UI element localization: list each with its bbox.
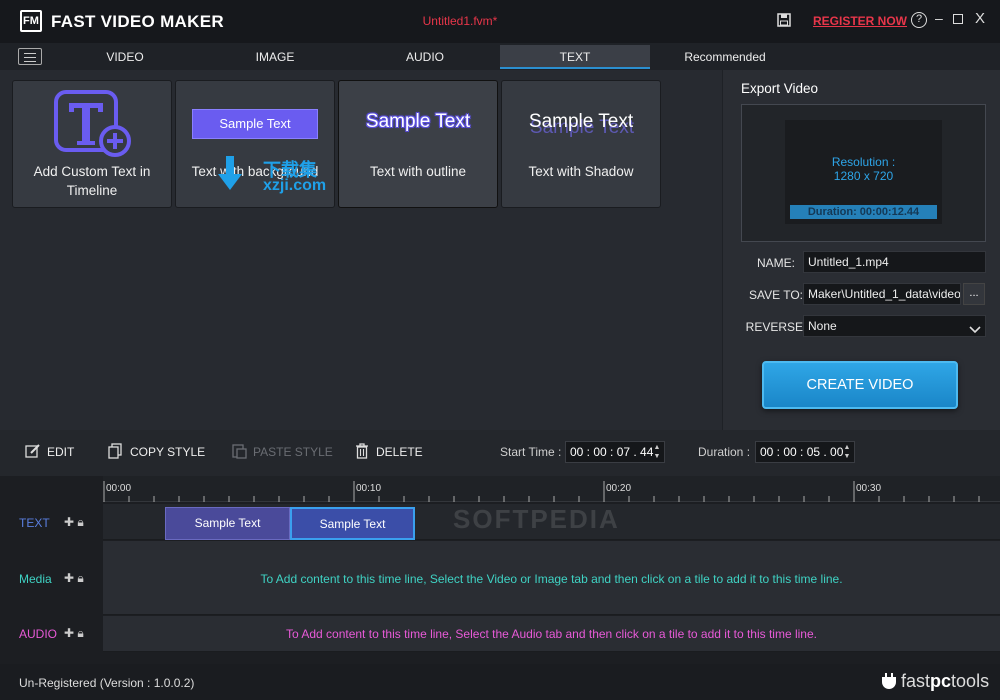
tick-label: 00:30 [856,483,882,494]
resolution-value: 1280 x 720 [833,169,894,183]
save-to-field[interactable]: Maker\Untitled_1_data\videos [803,283,961,305]
tick-label: 00:10 [356,483,382,494]
tile-text-outline[interactable]: Sample Text Text with outline [338,80,498,208]
timeline-clip-selected[interactable]: Sample Text [290,507,415,540]
version-text: Un-Registered (Version : 1.0.0.2) [19,676,195,690]
add-lock-icon[interactable]: ✚ 🔒︎ [64,626,84,641]
maximize-button[interactable] [953,14,963,24]
track-name: TEXT [19,516,50,530]
tab-video[interactable]: VIDEO [50,45,200,69]
reverse-label: REVERSE: [745,320,807,334]
tick-label: 00:00 [106,483,132,494]
track-hint: To Add content to this time line, Select… [260,572,843,586]
minimize-button[interactable]: – [935,10,943,26]
timeline: 00:00 00:10 00:20 00:30 TEXT ✚ 🔒︎ Sample… [0,476,1000,664]
watermark-site: xzji.com [263,177,327,194]
add-lock-icon[interactable]: ✚ 🔒︎ [64,515,84,530]
track-name: Media [19,572,52,586]
duration-label: Duration : [698,445,751,459]
track-header-media: Media ✚ 🔒︎ [0,541,103,615]
edit-toolbar: EDIT COPY STYLE PASTE STYLE DELETE Start… [0,430,1000,476]
help-icon[interactable]: ? [911,12,927,28]
reverse-select[interactable]: None [803,315,986,337]
brand-logo: fastpctools [882,671,989,692]
brand-fast: fast [901,671,931,691]
tab-bar: VIDEO IMAGE AUDIO TEXT Recommended [0,43,1000,70]
track-hint: To Add content to this time line, Select… [286,627,817,641]
save-to-label: SAVE TO: [748,288,804,302]
track-media[interactable]: To Add content to this time line, Select… [103,541,1000,615]
text-add-icon [54,90,131,157]
delete-button[interactable]: DELETE [356,443,423,459]
copy-style-button[interactable]: COPY STYLE [108,443,206,459]
plug-icon [882,673,896,689]
paste-icon [232,444,247,459]
copy-style-label: COPY STYLE [130,445,206,459]
preview-frame: Resolution : 1280 x 720 Duration: 00:00:… [741,104,986,242]
resolution-caption: Resolution : [831,155,896,169]
tile-label: Add Custom Text in [33,164,151,179]
sample-text-shadow: Sample Text [528,111,634,132]
edit-icon [25,444,40,458]
track-name: AUDIO [19,627,58,641]
trash-icon [356,443,368,459]
track-header-audio: AUDIO ✚ 🔒︎ [0,616,103,652]
download-arrow-icon [218,156,242,190]
tile-label: Text with Shadow [528,164,634,179]
edit-label: EDIT [47,445,75,459]
brand-pc: pc [930,671,952,691]
hamburger-menu-icon[interactable] [18,48,42,65]
create-video-button[interactable]: CREATE VIDEO [762,361,958,409]
duration-value: 00 : 00 : 05 . 00 [760,445,844,459]
name-field[interactable]: Untitled_1.mp4 [803,251,986,273]
tile-add-custom-text[interactable]: Add Custom Text in Timeline [12,80,172,208]
spinner-icon[interactable]: ▲ ▼ [842,443,852,461]
preview-screen: Resolution : 1280 x 720 Duration: 00:00:… [785,120,942,224]
tile-text-shadow[interactable]: Sample Text Text with Shadow [501,80,661,208]
paste-style-button[interactable]: PASTE STYLE [232,444,333,459]
sample-text-background: Sample Text [192,109,318,139]
tile-label: Timeline [66,183,118,198]
start-time-field[interactable]: 00 : 00 : 07 . 44 ▲ ▼ [565,441,665,463]
brand-tools: tools [951,671,990,691]
tab-audio[interactable]: AUDIO [350,45,500,69]
export-title: Export Video [741,81,819,96]
paste-style-label: PASTE STYLE [253,445,333,459]
timeline-clip[interactable]: Sample Text [165,507,290,540]
browse-button[interactable]: ... [963,283,985,305]
tick-label: 00:20 [606,483,632,494]
tab-image[interactable]: IMAGE [200,45,350,69]
spinner-icon[interactable]: ▲ ▼ [652,443,662,461]
timeline-ruler[interactable]: 00:00 00:10 00:20 00:30 [103,476,1000,502]
export-panel: Export Video Resolution : 1280 x 720 Dur… [723,70,1000,430]
start-time-label: Start Time : [500,445,562,459]
status-bar: Un-Registered (Version : 1.0.0.2) fastpc… [0,664,1000,700]
delete-label: DELETE [376,445,423,459]
edit-button[interactable]: EDIT [25,444,75,459]
watermark-softpedia: SOFTPEDIA [453,504,620,534]
tab-text[interactable]: TEXT [500,45,650,69]
start-time-value: 00 : 00 : 07 . 44 [570,445,654,459]
duration-bar: Duration: 00:00:12.44 [790,205,937,219]
name-label: NAME: [756,256,795,270]
resolution-label: Resolution : 1280 x 720 [785,155,942,183]
close-button[interactable]: X [975,10,985,27]
chevron-down-icon[interactable] [967,323,983,337]
track-header-text: TEXT ✚ 🔒︎ [0,504,103,540]
tab-recommended[interactable]: Recommended [650,45,800,69]
copy-icon [108,443,122,459]
track-text[interactable]: Sample Text Sample Text SOFTPEDIA [103,504,1000,540]
title-bar: FM FAST VIDEO MAKER Untitled1.fvm* REGIS… [0,0,1000,43]
track-audio[interactable]: To Add content to this time line, Select… [103,616,1000,652]
tile-label: Text with outline [369,164,467,179]
add-lock-icon[interactable]: ✚ 🔒︎ [64,571,84,586]
tiles-area: Add Custom Text in Timeline Sample Text … [0,70,722,430]
register-now-link[interactable]: REGISTER NOW [813,14,907,28]
duration-field[interactable]: 00 : 00 : 05 . 00 ▲ ▼ [755,441,855,463]
save-icon[interactable] [777,13,791,27]
sample-text-outline: Sample Text [365,111,471,132]
